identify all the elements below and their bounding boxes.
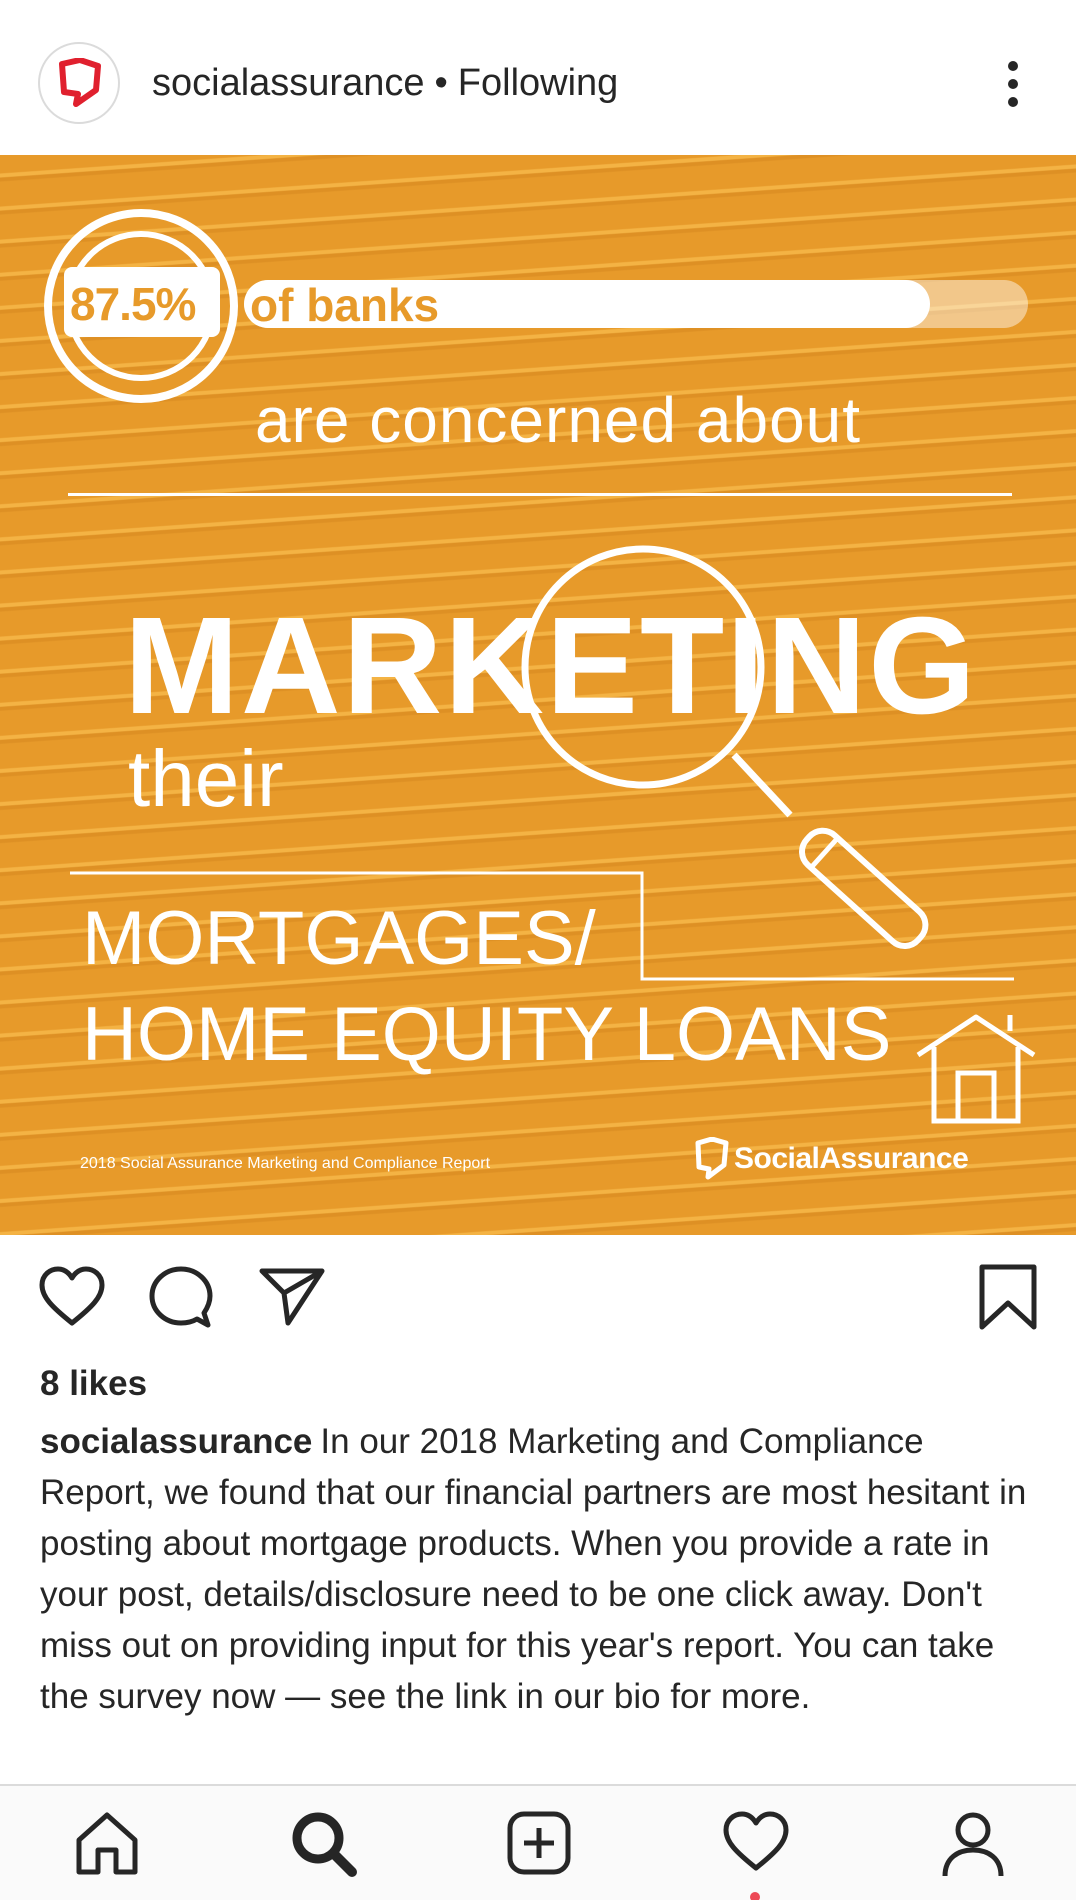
house-icon	[916, 1014, 1036, 1124]
home-icon[interactable]	[74, 1810, 140, 1876]
line-home-equity: HOME EQUITY LOANS	[82, 992, 892, 1077]
separator-dot: •	[434, 62, 448, 104]
post-caption: socialassurance In our 2018 Marketing and…	[40, 1416, 1040, 1722]
likes-count[interactable]: 8 likes	[40, 1364, 147, 1404]
social-assurance-shield-icon	[59, 58, 101, 107]
post-header: socialassurance • Following	[0, 0, 1076, 155]
activity-heart-icon[interactable]	[722, 1810, 790, 1872]
follow-status[interactable]: Following	[458, 62, 619, 104]
caption-text: In our 2018 Marketing and Compliance Rep…	[40, 1422, 1027, 1716]
notification-dot	[750, 1892, 760, 1900]
avatar[interactable]	[38, 42, 120, 124]
new-post-icon[interactable]	[506, 1810, 572, 1876]
header-text: socialassurance • Following	[152, 62, 618, 105]
more-options-icon[interactable]	[1000, 60, 1026, 108]
bottom-nav	[0, 1784, 1076, 1900]
post-username[interactable]: socialassurance	[152, 62, 424, 104]
magnifying-glass-icon	[521, 545, 929, 949]
caption-username[interactable]: socialassurance	[40, 1422, 312, 1461]
brand-name: SocialAssurance	[734, 1142, 969, 1175]
comment-bubble-icon[interactable]	[148, 1265, 214, 1329]
search-icon[interactable]	[290, 1810, 358, 1878]
report-caption: 2018 Social Assurance Marketing and Comp…	[80, 1155, 491, 1172]
post-actions	[0, 1235, 1076, 1385]
post-image[interactable]: of banks 87.5% are concerned about MARKE…	[0, 155, 1076, 1235]
profile-icon[interactable]	[940, 1810, 1006, 1878]
shield-logo-icon	[695, 1136, 729, 1180]
paper-plane-icon[interactable]	[258, 1265, 326, 1327]
brand-logo: SocialAssurance	[694, 1136, 969, 1181]
line-mortgages: MORTGAGES/	[82, 896, 596, 981]
heart-outline-icon[interactable]	[38, 1265, 106, 1327]
instagram-post-screen: socialassurance • Following of banks 87.5%…	[0, 0, 1076, 1900]
bookmark-icon[interactable]	[978, 1263, 1038, 1331]
